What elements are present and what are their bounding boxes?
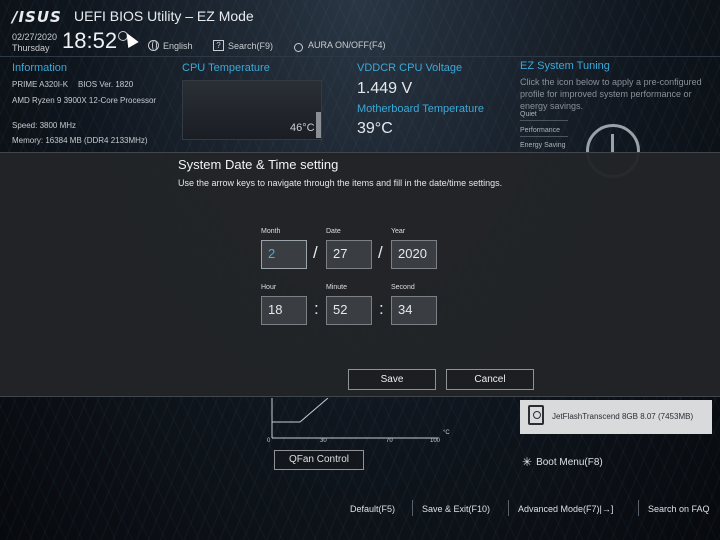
second-input[interactable]: 34 [391, 296, 437, 325]
hour-input[interactable]: 18 [261, 296, 307, 325]
clock-time[interactable]: 18:52 [62, 28, 117, 54]
cpu-temperature-title: CPU Temperature [182, 62, 270, 74]
aura-toggle-button[interactable]: AURA ON/OFF(F4) [292, 40, 386, 52]
fan-tick-label: 30 [320, 438, 327, 444]
bios-version: BIOS Ver. 1820 [78, 80, 134, 89]
profile-energy-saving[interactable]: Energy Saving [520, 142, 566, 149]
date-separator: / [313, 243, 318, 262]
date-input[interactable]: 27 [326, 240, 372, 269]
fan-unit-label: °C [443, 430, 450, 436]
footer-divider [638, 500, 639, 516]
boot-device-name: JetFlashTranscend 8GB 8.07 (7453MB) [552, 412, 694, 421]
date-separator: / [378, 243, 383, 262]
vddcr-voltage-title: VDDCR CPU Voltage [357, 62, 463, 74]
language-label: English [163, 40, 193, 51]
ez-tuning-title: EZ System Tuning [520, 60, 610, 72]
save-exit-button[interactable]: Save & Exit(F10) [422, 504, 490, 514]
fan-tick-label: 0 [267, 438, 271, 444]
board-model: PRIME A320I-K [12, 80, 69, 89]
fan-curve-chart[interactable] [268, 398, 438, 440]
month-label: Month [261, 228, 281, 235]
fan-tick-label: 70 [386, 438, 393, 444]
time-separator: : [379, 299, 384, 318]
search-faq-button[interactable]: Search on FAQ [648, 504, 710, 514]
gauge-needle [611, 134, 614, 154]
weekday-text: Thursday [12, 43, 50, 53]
hour-label: Hour [261, 284, 277, 291]
year-label: Year [391, 228, 406, 235]
footer-divider [508, 500, 509, 516]
motherboard-temperature-title: Motherboard Temperature [357, 103, 484, 115]
qfan-control-button[interactable]: QFan Control [274, 450, 364, 470]
boot-menu-button[interactable]: ✳ Boot Menu(F8) [522, 455, 603, 469]
information-title: Information [12, 62, 68, 74]
motherboard-temperature-value: 39°C [357, 120, 393, 137]
dialog-title: System Date & Time setting [178, 157, 339, 172]
app-title: UEFI BIOS Utility – EZ Mode [74, 8, 254, 24]
cpu-speed: Speed: 3800 MHz [12, 121, 77, 130]
profile-divider [520, 120, 568, 121]
search-label: Search(F9) [228, 40, 274, 51]
aura-label: AURA ON/OFF(F4) [308, 40, 386, 50]
profile-performance[interactable]: Performance [520, 127, 560, 134]
ez-tuning-description: Click the icon below to apply a pre-conf… [520, 77, 702, 111]
sparkle-icon: ✳ [522, 455, 533, 469]
asus-logo: /ISUS [12, 8, 62, 26]
vddcr-voltage-value: 1.449 V [357, 80, 413, 97]
language-selector[interactable]: English [148, 40, 193, 51]
profile-quiet[interactable]: Quiet [520, 111, 537, 118]
aura-light-icon [292, 40, 304, 52]
drive-icon [528, 405, 544, 425]
minute-label: Minute [326, 284, 348, 291]
cpu-model: AMD Ryzen 9 3900X 12-Core Processor [12, 96, 157, 105]
month-input[interactable]: 2 [261, 240, 307, 269]
date-text: 02/27/2020 [12, 32, 58, 42]
temperature-bar [316, 112, 321, 138]
fan-tick-label: 100 [430, 438, 441, 444]
fan-curve-line [272, 398, 329, 423]
cpu-temperature-value: 46°C [290, 122, 315, 134]
profile-divider [520, 136, 568, 137]
time-separator: : [314, 299, 319, 318]
second-label: Second [391, 284, 415, 291]
advanced-mode-button[interactable]: Advanced Mode(F7)|→] [518, 504, 613, 514]
memory-info: Memory: 16384 MB (DDR4 2133MHz) [12, 136, 148, 145]
globe-icon [148, 40, 159, 51]
date-display[interactable]: 02/27/2020 Thursday [12, 32, 57, 54]
help-icon: ? [213, 40, 224, 51]
boot-menu-label: Boot Menu(F8) [536, 456, 603, 468]
default-button[interactable]: Default(F5) [350, 504, 395, 514]
year-input[interactable]: 2020 [391, 240, 437, 269]
search-button[interactable]: ? Search(F9) [213, 40, 273, 51]
date-label: Date [326, 228, 341, 235]
dialog-description: Use the arrow keys to navigate through t… [178, 178, 503, 188]
footer-divider [412, 500, 413, 516]
minute-input[interactable]: 52 [326, 296, 372, 325]
cancel-button[interactable]: Cancel [446, 369, 534, 390]
save-button[interactable]: Save [348, 369, 436, 390]
header-divider [0, 56, 720, 57]
